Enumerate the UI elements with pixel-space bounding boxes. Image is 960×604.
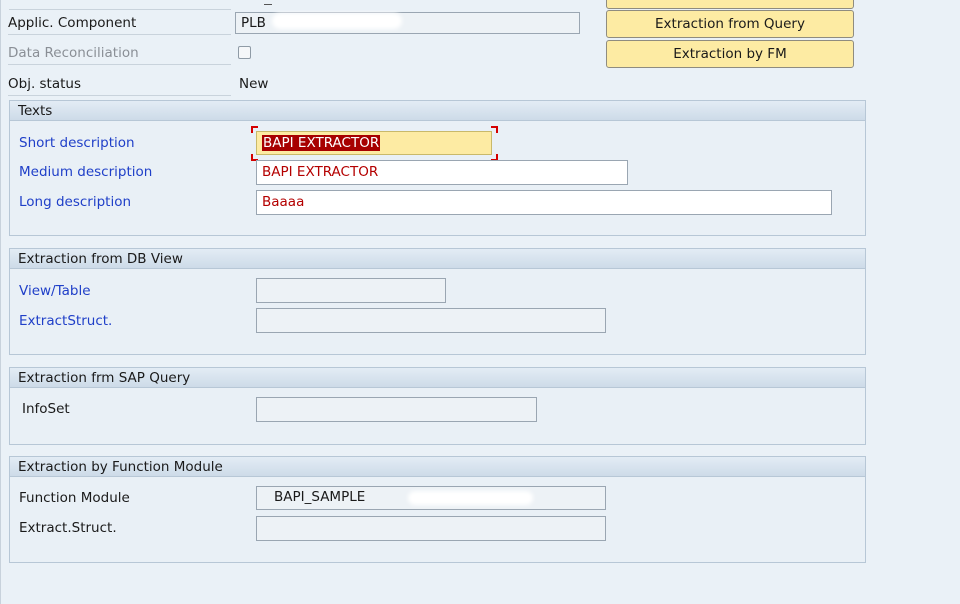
short-description-field[interactable]: BAPI EXTRACTOR	[256, 131, 492, 155]
short-description-value: BAPI EXTRACTOR	[262, 135, 381, 151]
applic-component-value: PLB	[241, 15, 266, 31]
extract-struct-field[interactable]	[256, 308, 606, 333]
extract-struct-fm-field[interactable]	[256, 516, 606, 541]
medium-description-field[interactable]: BAPI EXTRACTOR	[256, 160, 628, 185]
applic-component-label: Applic. Component	[8, 12, 231, 35]
short-description-label: Short description	[19, 135, 135, 151]
function-module-label: Function Module	[19, 490, 130, 506]
extraction-by-fm-button[interactable]: Extraction by FM	[606, 40, 854, 68]
view-table-label: View/Table	[19, 283, 91, 299]
redaction-smudge	[272, 13, 402, 29]
top-row-cutoff-text	[264, 0, 272, 5]
function-module-group-title: Extraction by Function Module	[10, 457, 865, 477]
data-reconciliation-label: Data Reconciliation	[8, 42, 231, 65]
medium-description-label: Medium description	[19, 164, 153, 180]
sap-query-group-title: Extraction frm SAP Query	[10, 368, 865, 388]
extraction-from-query-button[interactable]	[606, 0, 854, 9]
infoset-field[interactable]	[256, 397, 537, 422]
long-description-value: Baaaa	[262, 194, 305, 210]
redaction-smudge	[408, 491, 533, 505]
long-description-label: Long description	[19, 194, 132, 210]
texts-group-title: Texts	[10, 101, 865, 121]
focus-corner-tl	[251, 126, 258, 133]
obj-status-value: New	[239, 76, 269, 92]
focus-corner-tr	[491, 126, 498, 133]
extract-struct-fm-label: Extract.Struct.	[19, 520, 117, 536]
data-reconciliation-checkbox[interactable]	[238, 46, 251, 59]
extract-struct-label: ExtractStruct.	[19, 313, 113, 329]
db-view-group-title: Extraction from DB View	[10, 249, 865, 269]
extraction-from-query-button[interactable]: Extraction from Query	[606, 10, 854, 38]
medium-description-value: BAPI EXTRACTOR	[262, 164, 379, 180]
long-description-field[interactable]: Baaaa	[256, 190, 832, 215]
function-module-value: BAPI_SAMPLE	[274, 489, 366, 505]
infoset-label: InfoSet	[22, 401, 70, 417]
left-border	[0, 0, 1, 604]
obj-status-label: Obj. status	[8, 73, 231, 96]
view-table-field[interactable]	[256, 278, 446, 303]
top-row-divider	[9, 9, 231, 10]
